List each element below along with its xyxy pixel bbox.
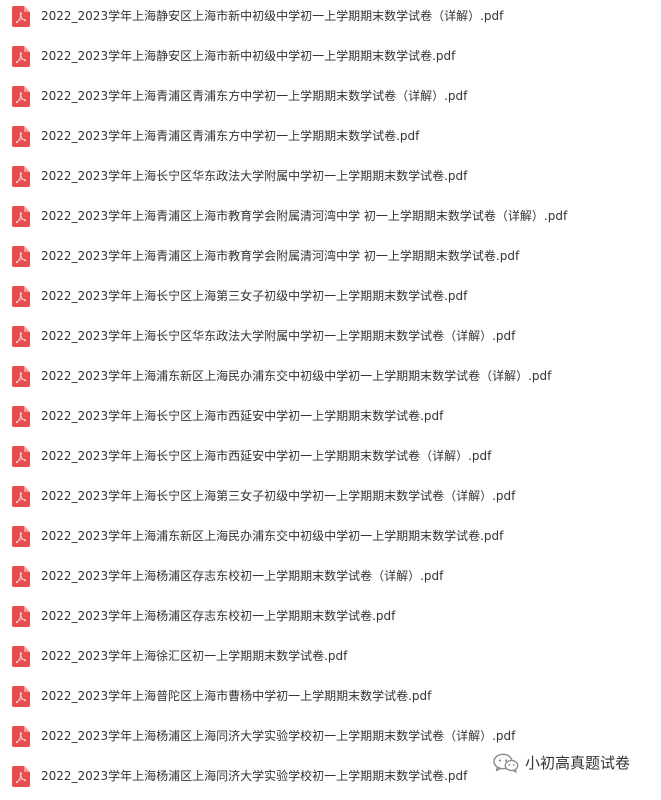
file-name: 2022_2023学年上海杨浦区存志东校初一上学期期末数学试卷.pdf <box>41 609 396 623</box>
file-name: 2022_2023学年上海长宁区上海市西延安中学初一上学期期末数学试卷.pdf <box>41 409 444 423</box>
file-row[interactable]: 2022_2023学年上海青浦区上海市教育学会附属清河湾中学 初一上学期期末数学… <box>0 200 661 240</box>
file-list: 2022_2023学年上海静安区上海市新中初级中学初一上学期期末数学试卷（详解）… <box>0 0 661 800</box>
pdf-file-icon <box>12 126 30 147</box>
watermark-text: 小初高真题试卷 <box>525 754 631 772</box>
file-row[interactable]: 2022_2023学年上海长宁区华东政法大学附属中学初一上学期期末数学试卷（详解… <box>0 320 661 360</box>
pdf-file-icon <box>12 486 30 507</box>
file-row[interactable]: 2022_2023学年上海普陀区上海市曹杨中学初一上学期期末数学试卷.pdf <box>0 680 661 720</box>
file-row[interactable]: 2022_2023学年上海浦东新区上海民办浦东交中初级中学初一上学期期末数学试卷… <box>0 520 661 560</box>
file-row[interactable]: 2022_2023学年上海长宁区上海第三女子初级中学初一上学期期末数学试卷.pd… <box>0 280 661 320</box>
file-name: 2022_2023学年上海浦东新区上海民办浦东交中初级中学初一上学期期末数学试卷… <box>41 369 552 383</box>
file-name: 2022_2023学年上海青浦区青浦东方中学初一上学期期末数学试卷.pdf <box>41 129 420 143</box>
pdf-file-icon <box>12 646 30 667</box>
file-row[interactable]: 2022_2023学年上海长宁区上海市西延安中学初一上学期期末数学试卷（详解）.… <box>0 440 661 480</box>
file-row[interactable]: 2022_2023学年上海青浦区上海市教育学会附属清河湾中学 初一上学期期末数学… <box>0 240 661 280</box>
file-name: 2022_2023学年上海杨浦区上海同济大学实验学校初一上学期期末数学试卷.pd… <box>41 769 468 783</box>
file-name: 2022_2023学年上海静安区上海市新中初级中学初一上学期期末数学试卷.pdf <box>41 49 456 63</box>
pdf-file-icon <box>12 6 30 27</box>
file-name: 2022_2023学年上海杨浦区上海同济大学实验学校初一上学期期末数学试卷（详解… <box>41 729 516 743</box>
file-name: 2022_2023学年上海青浦区上海市教育学会附属清河湾中学 初一上学期期末数学… <box>41 249 520 263</box>
file-row[interactable]: 2022_2023学年上海青浦区青浦东方中学初一上学期期末数学试卷（详解）.pd… <box>0 80 661 120</box>
pdf-file-icon <box>12 46 30 67</box>
pdf-file-icon <box>12 246 30 267</box>
file-name: 2022_2023学年上海长宁区上海第三女子初级中学初一上学期期末数学试卷.pd… <box>41 289 468 303</box>
file-name: 2022_2023学年上海长宁区华东政法大学附属中学初一上学期期末数学试卷.pd… <box>41 169 468 183</box>
file-name: 2022_2023学年上海徐汇区初一上学期期末数学试卷.pdf <box>41 649 348 663</box>
file-name: 2022_2023学年上海青浦区青浦东方中学初一上学期期末数学试卷（详解）.pd… <box>41 89 468 103</box>
file-name: 2022_2023学年上海长宁区上海第三女子初级中学初一上学期期末数学试卷（详解… <box>41 489 516 503</box>
file-row[interactable]: 2022_2023学年上海杨浦区存志东校初一上学期期末数学试卷（详解）.pdf <box>0 560 661 600</box>
pdf-file-icon <box>12 686 30 707</box>
file-name: 2022_2023学年上海长宁区上海市西延安中学初一上学期期末数学试卷（详解）.… <box>41 449 492 463</box>
file-row[interactable]: 2022_2023学年上海静安区上海市新中初级中学初一上学期期末数学试卷（详解）… <box>0 0 661 40</box>
file-name: 2022_2023学年上海长宁区华东政法大学附属中学初一上学期期末数学试卷（详解… <box>41 329 516 343</box>
pdf-file-icon <box>12 406 30 427</box>
file-name: 2022_2023学年上海普陀区上海市曹杨中学初一上学期期末数学试卷.pdf <box>41 689 432 703</box>
pdf-file-icon <box>12 526 30 547</box>
pdf-file-icon <box>12 726 30 747</box>
pdf-file-icon <box>12 326 30 347</box>
file-row[interactable]: 2022_2023学年上海浦东新区上海民办浦东交中初级中学初一上学期期末数学试卷… <box>0 360 661 400</box>
file-row[interactable]: 2022_2023学年上海青浦区青浦东方中学初一上学期期末数学试卷.pdf <box>0 120 661 160</box>
file-row[interactable]: 2022_2023学年上海长宁区上海第三女子初级中学初一上学期期末数学试卷（详解… <box>0 480 661 520</box>
file-name: 2022_2023学年上海浦东新区上海民办浦东交中初级中学初一上学期期末数学试卷… <box>41 529 504 543</box>
pdf-file-icon <box>12 366 30 387</box>
pdf-file-icon <box>12 86 30 107</box>
watermark: 小初高真题试卷 <box>493 752 630 774</box>
pdf-file-icon <box>12 286 30 307</box>
pdf-file-icon <box>12 206 30 227</box>
file-name: 2022_2023学年上海青浦区上海市教育学会附属清河湾中学 初一上学期期末数学… <box>41 209 568 223</box>
file-row[interactable]: 2022_2023学年上海徐汇区初一上学期期末数学试卷.pdf <box>0 640 661 680</box>
file-row[interactable]: 2022_2023学年上海长宁区华东政法大学附属中学初一上学期期末数学试卷.pd… <box>0 160 661 200</box>
file-row[interactable]: 2022_2023学年上海长宁区上海市西延安中学初一上学期期末数学试卷.pdf <box>0 400 661 440</box>
pdf-file-icon <box>12 166 30 187</box>
file-name: 2022_2023学年上海杨浦区存志东校初一上学期期末数学试卷（详解）.pdf <box>41 569 444 583</box>
wechat-icon <box>493 753 519 773</box>
file-row[interactable]: 2022_2023学年上海杨浦区存志东校初一上学期期末数学试卷.pdf <box>0 600 661 640</box>
file-row[interactable]: 2022_2023学年上海静安区上海市新中初级中学初一上学期期末数学试卷.pdf <box>0 40 661 80</box>
pdf-file-icon <box>12 446 30 467</box>
pdf-file-icon <box>12 606 30 627</box>
pdf-file-icon <box>12 566 30 587</box>
pdf-file-icon <box>12 766 30 787</box>
file-name: 2022_2023学年上海静安区上海市新中初级中学初一上学期期末数学试卷（详解）… <box>41 9 504 23</box>
